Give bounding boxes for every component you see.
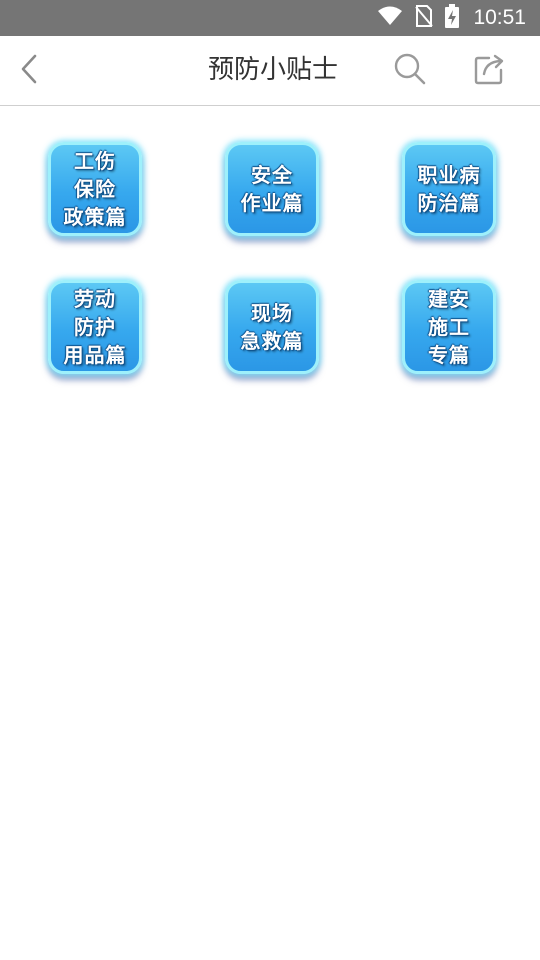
category-tile-label: 工伤 保险 政策篇 xyxy=(63,149,127,229)
category-tile-label: 安全 作业篇 xyxy=(240,163,304,215)
category-tile-work-injury-insurance[interactable]: 工伤 保险 政策篇 xyxy=(48,142,142,236)
category-tile-label: 劳动 防护 用品篇 xyxy=(63,287,127,367)
category-tile-first-aid[interactable]: 现场 急救篇 xyxy=(225,280,319,374)
category-tile-occupational-disease[interactable]: 职业病 防治篇 xyxy=(402,142,496,236)
share-icon xyxy=(473,52,507,90)
wifi-icon xyxy=(377,6,403,30)
category-tile-protective-equipment[interactable]: 劳动 防护 用品篇 xyxy=(48,280,142,374)
app-bar: 预防小贴士 xyxy=(0,36,540,106)
status-icons: 10:51 xyxy=(377,0,526,36)
search-button[interactable] xyxy=(392,53,428,89)
page-title: 预防小贴士 xyxy=(207,55,338,85)
battery-charging-icon xyxy=(445,4,460,32)
no-sim-icon xyxy=(415,5,434,31)
back-button[interactable] xyxy=(12,53,46,89)
category-tile-label: 现场 急救篇 xyxy=(240,301,304,353)
status-time: 10:51 xyxy=(473,6,526,29)
status-bar: 10:51 xyxy=(0,0,540,36)
category-tile-construction[interactable]: 建安 施工 专篇 xyxy=(402,280,496,374)
category-tile-label: 建安 施工 专篇 xyxy=(428,287,470,367)
search-icon xyxy=(393,52,427,90)
back-chevron-icon xyxy=(19,53,39,89)
category-tile-label: 职业病 防治篇 xyxy=(417,163,481,215)
category-tile-safe-operation[interactable]: 安全 作业篇 xyxy=(225,142,319,236)
share-button[interactable] xyxy=(472,53,508,89)
